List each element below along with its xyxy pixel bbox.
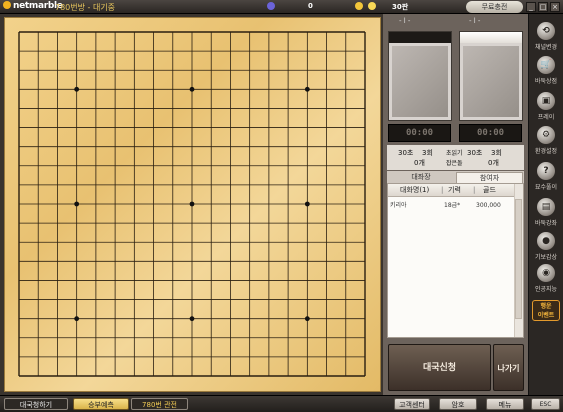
menu-button[interactable]: 메뉴 [486,398,524,410]
right-count: 3회 [491,149,502,157]
exit-button[interactable]: 나가기 [493,344,524,391]
col-gold[interactable]: 골드 [483,184,496,197]
sidebar-item-settings[interactable]: ⚙ 환경설정 [530,124,562,160]
star-point [189,201,195,207]
star-point [189,316,195,322]
player-left-avatar [392,46,448,117]
col-nickname[interactable]: 대화명(1) [400,184,429,197]
lucky-label-line1: 행운 [540,303,552,310]
row-gold: 300,000 [476,202,501,209]
shop-cart-icon: 🛒 [537,56,555,74]
right-captures: 0개 [488,159,499,167]
go-board-grid[interactable] [5,18,380,391]
player-right-avatar [463,46,519,117]
left-timer: 00:00 [388,124,451,142]
close-button[interactable]: × [550,2,560,12]
go-board[interactable] [4,17,381,392]
sidebar-item-play[interactable]: ▣ 프레이 [530,90,562,126]
sidebar-item-label: 프레이 [537,114,555,121]
sidebar-item-shop[interactable]: 🛒 바둑상점 [530,54,562,90]
monitor-icon: ▣ [537,92,555,110]
money-value: 30판 [392,3,409,11]
sidebar-item-label: 환경설정 [534,148,558,155]
star-point [74,86,80,92]
byoyomi-label: 초읽기 [446,150,463,157]
row-rank: 18급* [444,202,461,209]
right-timer: 00:00 [459,124,522,142]
minimize-button[interactable]: _ [526,2,536,12]
star-point [74,201,80,207]
stones-icon: ● [537,232,555,250]
moon-icon [267,2,275,10]
sidebar-item-label: 기보감상 [534,254,558,261]
password-button[interactable]: 암호 [439,398,477,410]
gear-icon: ⚙ [537,126,555,144]
channel-icon: ⟲ [537,22,555,40]
request-match-button[interactable]: 대국신청 [388,344,491,391]
sidebar-item-label: 바둑상점 [534,78,558,85]
invite-button[interactable]: 대국청하기 [4,398,68,410]
lucky-label-line2: 이벤트 [537,312,555,319]
list-header: 대화명(1) | 기력 | 골드 [388,184,514,197]
esc-button[interactable]: ESC [531,398,560,410]
question-icon: ? [537,162,555,180]
scrollbar-thumb[interactable] [515,199,522,319]
white-player-bar [460,32,522,43]
lucky-event-button[interactable]: 행운 이벤트 [532,300,560,321]
player-right-card[interactable] [459,31,523,121]
player-left-card[interactable] [388,31,452,121]
customer-center-button[interactable]: 고객센터 [394,398,430,410]
tab-spectators[interactable]: 대좌장 [388,172,454,183]
sidebar-item-lessons[interactable]: ▤ 바둑강좌 [530,196,562,232]
ai-icon: ◉ [537,264,555,282]
black-player-bar [389,32,451,43]
prediction-button[interactable]: 승부예측 [73,398,129,410]
star-point [304,316,310,322]
sidebar-item-records[interactable]: ● 기보감상 [530,230,562,266]
free-charge-button[interactable]: 무료충전 [466,1,523,13]
left-captures: 0개 [414,159,425,167]
sidebar-item-channel[interactable]: ⟲ 채널변경 [530,20,562,56]
sidebar-item-label: 인공지능 [534,286,558,293]
right-score: - l - [469,17,481,25]
captures-label: 잡은돌 [446,160,463,167]
status-value: 0 [308,2,313,10]
watch-room-button[interactable]: 780번 관전 [131,398,188,410]
smiley-icon [368,2,376,10]
table-row[interactable]: 키리아 18급* 300,000 [389,200,513,211]
sidebar-item-label: 바둑강좌 [534,220,558,227]
coin-icon [355,2,363,10]
maximize-button[interactable]: □ [538,2,548,12]
star-point [304,201,310,207]
sidebar-item-label: 채널변경 [534,44,558,51]
tab-participants[interactable]: 참여자 [456,172,523,183]
left-score: - l - [399,17,411,25]
left-count: 3회 [422,149,433,157]
sidebar-item-label: 묘수풀이 [534,184,558,191]
book-icon: ▤ [537,198,555,216]
sidebar-item-puzzles[interactable]: ? 묘수풀이 [530,160,562,196]
sidebar-item-ai[interactable]: ◉ 인공지능 [530,262,562,298]
left-time: 30초 [398,149,414,157]
netmarble-logo: netmarble [3,1,63,11]
col-rank[interactable]: 기력 [448,184,461,197]
room-title: 780번방 - 대기중 [55,3,116,12]
right-time: 30초 [467,149,483,157]
star-point [304,86,310,92]
score-bar: - l - - l - [389,16,524,28]
star-point [74,316,80,322]
row-nickname: 키리아 [390,202,407,209]
star-point [189,86,195,92]
